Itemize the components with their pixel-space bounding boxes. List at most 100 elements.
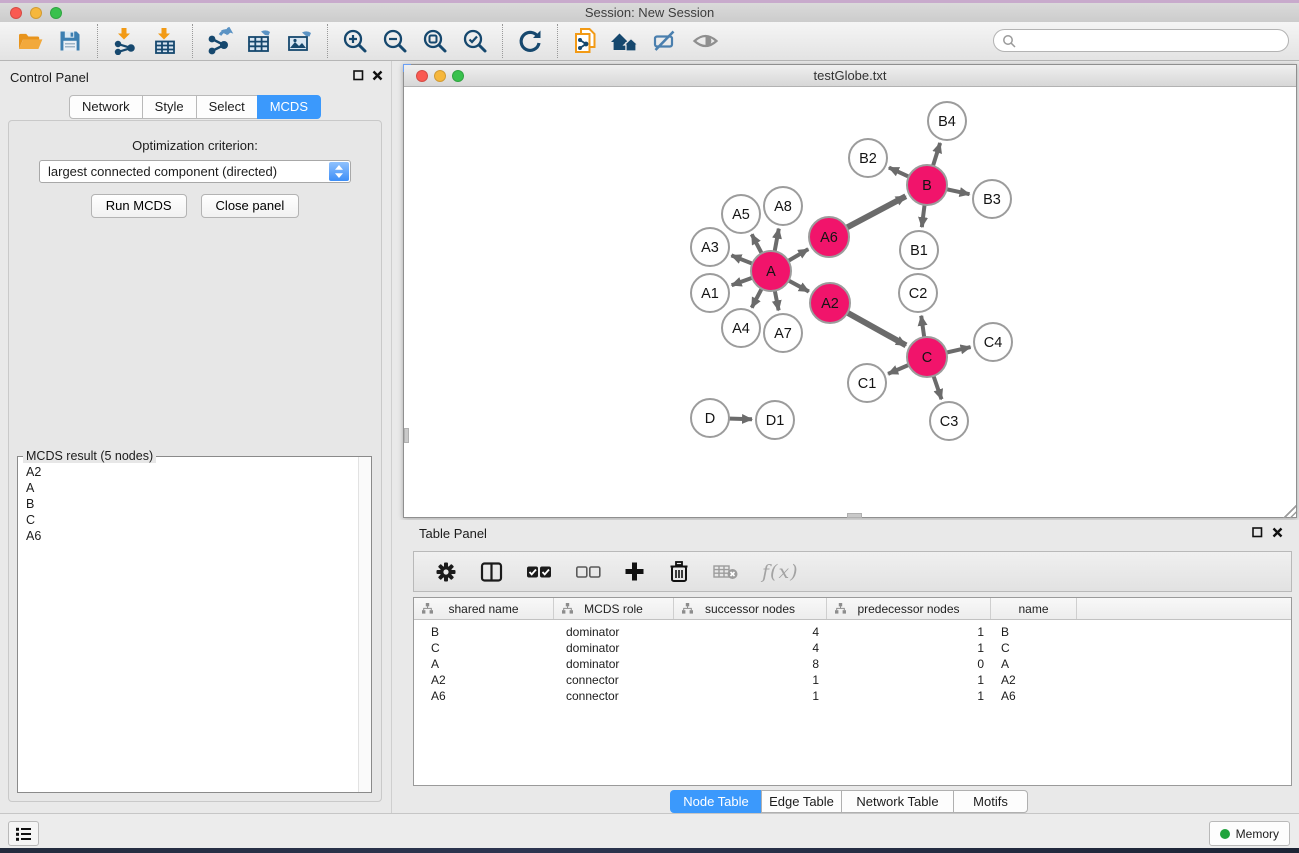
tab-select[interactable]: Select	[196, 95, 258, 119]
tree-icon	[422, 603, 433, 614]
svg-text:D: D	[705, 411, 715, 427]
tab-edge-table[interactable]: Edge Table	[761, 790, 842, 813]
node-A8[interactable]: A8	[764, 187, 802, 225]
node-C1[interactable]: C1	[848, 364, 886, 402]
add-column-button[interactable]	[624, 561, 645, 582]
node-C[interactable]: C	[907, 337, 947, 377]
column-header-shared-name[interactable]: shared name	[414, 598, 554, 619]
table-row[interactable]: A2connector11A2	[414, 672, 1291, 688]
node-D[interactable]: D	[691, 399, 729, 437]
delete-columns-button[interactable]	[668, 560, 690, 583]
tab-mcds[interactable]: MCDS	[257, 95, 321, 119]
memory-button[interactable]: Memory	[1209, 821, 1290, 846]
node-A5[interactable]: A5	[722, 195, 760, 233]
clone-network-button[interactable]	[565, 24, 605, 58]
table-row[interactable]: Cdominator41C	[414, 640, 1291, 656]
node-D1[interactable]: D1	[756, 401, 794, 439]
result-list-item[interactable]: C	[26, 512, 363, 528]
export-network-button[interactable]	[200, 24, 240, 58]
delete-table-button[interactable]	[713, 563, 739, 581]
column-header-successor-nodes[interactable]: successor nodes	[674, 598, 827, 619]
run-mcds-button[interactable]: Run MCDS	[91, 194, 187, 218]
table-row[interactable]: A6connector11A6	[414, 688, 1291, 704]
zoom-out-button[interactable]	[375, 24, 415, 58]
node-B3[interactable]: B3	[973, 180, 1011, 218]
table-toolbar: f(x)	[413, 551, 1292, 592]
network-canvas[interactable]: A A2 A6 B C A1 A3 A4 A5 A7 A8 B1 B2 B3 B4 C1 C2 C3 C4 D D1	[404, 87, 1296, 518]
node-B2[interactable]: B2	[849, 139, 887, 177]
column-header-predecessor-nodes[interactable]: predecessor nodes	[827, 598, 991, 619]
result-list-item[interactable]: B	[26, 496, 363, 512]
horizontal-scroll-thumb[interactable]	[847, 513, 862, 518]
column-settings-button[interactable]	[435, 561, 457, 583]
show-graphics-details-button[interactable]	[685, 24, 725, 58]
node-B[interactable]: B	[907, 165, 947, 205]
main-toolbar	[0, 22, 1299, 61]
column-header-name[interactable]: name	[991, 598, 1077, 619]
dropdown-stepper	[329, 162, 349, 181]
search-input[interactable]	[1016, 32, 1288, 50]
node-B1[interactable]: B1	[900, 231, 938, 269]
task-history-button[interactable]	[8, 821, 39, 846]
result-scrollbar[interactable]	[358, 457, 371, 792]
tab-motifs[interactable]: Motifs	[953, 790, 1028, 813]
column-header-mcds-role[interactable]: MCDS role	[554, 598, 674, 619]
zoom-selected-icon	[462, 28, 488, 54]
network-window-titlebar[interactable]: testGlobe.txt	[404, 65, 1296, 87]
tab-network[interactable]: Network	[69, 95, 143, 119]
close-panel-icon[interactable]	[372, 70, 383, 81]
tab-style[interactable]: Style	[142, 95, 197, 119]
hide-all-columns-button[interactable]	[575, 565, 601, 579]
table-row[interactable]: Bdominator41B	[414, 624, 1291, 640]
show-all-columns-button[interactable]	[526, 565, 552, 579]
close-panel-button[interactable]: Close panel	[201, 194, 300, 218]
apply-layout-button[interactable]	[510, 24, 550, 58]
node-A3[interactable]: A3	[691, 228, 729, 266]
node-A6[interactable]: A6	[809, 217, 849, 257]
float-table-panel-icon[interactable]	[1252, 527, 1263, 538]
svg-text:D1: D1	[766, 413, 785, 429]
trash-icon	[668, 560, 690, 583]
search-box	[993, 29, 1289, 52]
export-table-button[interactable]	[240, 24, 280, 58]
table-row[interactable]: Adominator80A	[414, 656, 1291, 672]
node-B4[interactable]: B4	[928, 102, 966, 140]
svg-text:B4: B4	[938, 114, 956, 130]
import-table-button[interactable]	[145, 24, 185, 58]
split-table-button[interactable]	[480, 561, 503, 583]
export-image-button[interactable]	[280, 24, 320, 58]
close-table-panel-icon[interactable]	[1272, 527, 1283, 538]
function-builder-button[interactable]: f(x)	[762, 561, 799, 583]
save-button[interactable]	[50, 24, 90, 58]
result-list-item[interactable]: A6	[26, 528, 363, 544]
refresh-arrows-icon	[517, 28, 543, 54]
svg-text:B: B	[922, 178, 932, 194]
hide-labels-button[interactable]	[645, 24, 685, 58]
result-list-item[interactable]: A2	[26, 464, 363, 480]
float-panel-icon[interactable]	[353, 70, 364, 81]
node-A4[interactable]: A4	[722, 309, 760, 347]
control-panel: Control Panel NetworkStyleSelectMCDS Opt…	[0, 61, 392, 813]
open-button[interactable]	[10, 24, 50, 58]
vertical-scroll-thumb[interactable]	[404, 428, 409, 443]
table-cell: connector	[554, 688, 674, 704]
zoom-selected-button[interactable]	[455, 24, 495, 58]
zoom-fit-button[interactable]	[415, 24, 455, 58]
node-A2[interactable]: A2	[810, 283, 850, 323]
import-network-button[interactable]	[105, 24, 145, 58]
export-image-icon	[286, 27, 314, 55]
node-C3[interactable]: C3	[930, 402, 968, 440]
tab-network-table[interactable]: Network Table	[841, 790, 954, 813]
node-A[interactable]: A	[751, 251, 791, 291]
node-C4[interactable]: C4	[974, 323, 1012, 361]
tab-node-table[interactable]: Node Table	[670, 790, 762, 813]
first-neighbors-button[interactable]	[605, 24, 645, 58]
table-cell: B	[991, 624, 1077, 640]
export-network-icon	[206, 27, 234, 55]
node-A1[interactable]: A1	[691, 274, 729, 312]
result-list-item[interactable]: A	[26, 480, 363, 496]
node-C2[interactable]: C2	[899, 274, 937, 312]
criterion-dropdown[interactable]: largest connected component (directed)	[39, 160, 351, 183]
zoom-in-button[interactable]	[335, 24, 375, 58]
node-A7[interactable]: A7	[764, 314, 802, 352]
